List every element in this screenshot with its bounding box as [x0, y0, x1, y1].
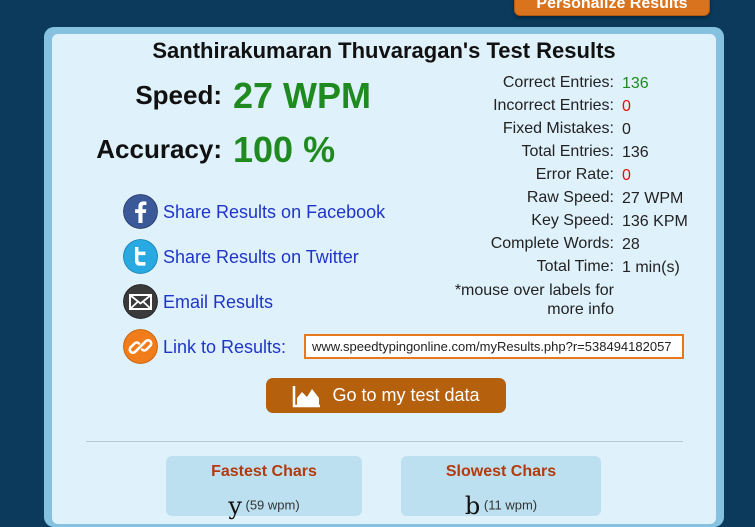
- mouse-over-note: *mouse over labels for more info: [434, 281, 614, 319]
- share-twitter-link[interactable]: Share Results on Twitter: [163, 247, 359, 268]
- slowest-chars-box: Slowest Chars b (11 wpm): [401, 456, 601, 520]
- stat-value-total-entries: 136: [622, 144, 649, 161]
- go-to-test-data-label: Go to my test data: [332, 385, 480, 405]
- fastest-char: y: [228, 492, 242, 520]
- results-link-field[interactable]: [304, 334, 684, 359]
- slowest-char-speed: (11 wpm): [483, 497, 538, 513]
- link-to-results-label: Link to Results:: [163, 337, 287, 357]
- note-line-2: more info: [547, 301, 614, 318]
- stat-value-total-time: 1 min(s): [622, 259, 680, 276]
- facebook-icon[interactable]: [123, 194, 158, 229]
- twitter-icon[interactable]: [123, 239, 158, 274]
- area-chart-icon: [293, 385, 321, 407]
- stat-label-key-speed[interactable]: Key Speed:: [531, 212, 614, 230]
- stat-value-fixed-mistakes: 0: [622, 121, 631, 138]
- stat-label-complete-words[interactable]: Complete Words:: [491, 235, 614, 253]
- slowest-char-row: b (11 wpm): [401, 492, 601, 520]
- speed-label: Speed:: [135, 80, 222, 110]
- stat-value-error-rate: 0: [622, 167, 631, 184]
- stat-value-key-speed: 136 KPM: [622, 213, 688, 230]
- speed-value: 27 WPM: [233, 75, 372, 116]
- stat-label-correct-entries[interactable]: Correct Entries:: [503, 74, 614, 92]
- link-icon[interactable]: [123, 329, 158, 364]
- stat-value-incorrect-entries: 0: [622, 98, 631, 115]
- stat-label-error-rate[interactable]: Error Rate:: [536, 166, 614, 184]
- divider: [86, 441, 683, 442]
- stat-label-fixed-mistakes[interactable]: Fixed Mistakes:: [503, 120, 614, 138]
- stat-label-total-time[interactable]: Total Time:: [537, 258, 614, 276]
- go-to-test-data-button[interactable]: Go to my test data: [266, 378, 506, 413]
- stat-value-raw-speed: 27 WPM: [622, 190, 684, 207]
- stat-value-complete-words: 28: [622, 236, 640, 253]
- fastest-char-speed: (59 wpm): [245, 497, 300, 513]
- slowest-chars-title: Slowest Chars: [445, 463, 557, 480]
- note-line-1: *mouse over labels for: [454, 282, 614, 299]
- stat-label-incorrect-entries[interactable]: Incorrect Entries:: [493, 97, 614, 115]
- fastest-chars-box: Fastest Chars y (59 wpm): [166, 456, 362, 520]
- stat-label-raw-speed[interactable]: Raw Speed:: [527, 189, 614, 207]
- stat-label-total-entries[interactable]: Total Entries:: [522, 143, 614, 161]
- results-title: Santhirakumaran Thuvaragan's Test Result…: [152, 38, 616, 63]
- email-results-link[interactable]: Email Results: [163, 292, 273, 313]
- personalize-results-button[interactable]: Personalize Results: [514, 0, 710, 16]
- stat-value-correct-entries: 136: [622, 75, 649, 92]
- fastest-char-row: y (59 wpm): [166, 492, 362, 520]
- slowest-char: b: [464, 492, 481, 520]
- share-facebook-link[interactable]: Share Results on Facebook: [163, 202, 385, 223]
- fastest-chars-title: Fastest Chars: [211, 463, 317, 480]
- accuracy-value: 100 %: [233, 129, 336, 170]
- accuracy-label: Accuracy:: [96, 134, 222, 164]
- email-icon[interactable]: [123, 284, 158, 319]
